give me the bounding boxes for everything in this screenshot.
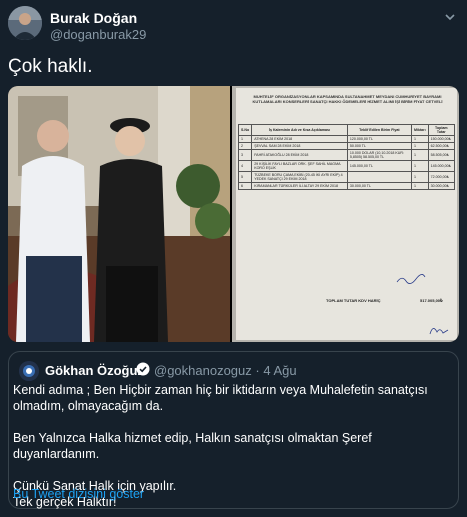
table-row: 6 KIRAMANLAR TÜRKÜLER İLİ ALTAY 29 EKİM …	[237, 182, 456, 190]
table-cell: 1	[410, 182, 429, 190]
quoted-author-handle: @gokhanozoguz · 4 Ağu	[154, 363, 297, 378]
column-header: Teklif Edilen Birim Fiyat	[346, 124, 412, 136]
table-cell: 1	[410, 149, 429, 161]
table-cell: 1	[237, 135, 253, 143]
quoted-author-name[interactable]: Gökhan Özoğuz	[45, 363, 144, 378]
table-row: 4 29 KİŞİLİK FAYLI BAZLAR ORK. ŞEF SAHİL…	[237, 160, 456, 172]
table-cell: 4	[237, 160, 253, 172]
table-cell: 30.000,00₺	[427, 182, 456, 190]
tweet-header: Burak Doğan @doganburak29	[8, 6, 459, 42]
table-cell: 145.000,00₺	[427, 160, 456, 172]
table-cell: 1	[410, 160, 429, 172]
quoted-timestamp[interactable]: · 4 Ağu	[255, 363, 296, 378]
table-cell: 30.000,00 TL	[346, 182, 412, 190]
document-image[interactable]: MUHTELİF ORGANİZASYONLAR KAPSAMINDA SULT…	[232, 86, 459, 342]
table-cell: ATHENA 28 EKİM 2018	[251, 135, 348, 143]
tweet-text: Çok haklı.	[8, 56, 93, 77]
document-total-label: TOPLAM TUTAR KDV HARİÇ	[326, 298, 381, 303]
author-name[interactable]: Burak Doğan	[50, 10, 137, 26]
show-thread-link[interactable]: Bu Tweet dizisini göster	[13, 487, 144, 501]
table-row: 3 FAHRİ ATAKOĞLU 28 EKİM 2018 10.000 DOL…	[237, 149, 456, 161]
table-cell: 72.000,00₺	[427, 171, 456, 183]
chevron-down-icon[interactable]	[443, 10, 457, 24]
column-header: Toplam Tutar	[427, 124, 456, 136]
author-avatar[interactable]	[8, 6, 42, 40]
column-header: Miktarı	[410, 124, 429, 136]
document-paper: MUHTELİF ORGANİZASYONLAR KAPSAMINDA SULT…	[236, 88, 457, 340]
quoted-author-avatar[interactable]	[19, 361, 39, 381]
table-cell: TÜZBEKE BORU ÇAMA EKİBİ (20-45 İKİ AYRI …	[251, 171, 348, 183]
signature-mark	[428, 323, 450, 341]
table-cell: 50.000 TL	[346, 142, 412, 150]
table-row: 1 ATHENA 28 EKİM 2018 120.000,00 TL 1 15…	[237, 135, 456, 143]
table-cell: 5	[237, 171, 253, 183]
table-row: 2 ŞEVVAL SAM 28 EKİM 2018 50.000 TL 1 62…	[237, 142, 456, 150]
document-table: S.No İş Kaleminin Adı ve Kısa Açıklaması…	[237, 124, 456, 190]
quoted-tweet[interactable]: Gökhan Özoğuz @gokhanozoguz · 4 Ağu Kend…	[8, 351, 459, 509]
table-cell: 6	[237, 182, 253, 190]
table-cell: 1	[410, 135, 429, 143]
table-cell: 29 KİŞİLİK FAYLI BAZLAR ORK. ŞEF SAHİL M…	[251, 160, 348, 172]
table-cell: 2	[237, 142, 253, 150]
column-header: S.No	[237, 124, 253, 136]
table-cell: 1	[410, 142, 429, 150]
table-cell: 10.000 DOLAR (10,10.2018 KUR: 5,8505) 58…	[346, 149, 412, 161]
quoted-handle-text[interactable]: @gokhanozoguz	[154, 363, 252, 378]
signature-mark	[396, 271, 426, 289]
table-row: 5 TÜZBEKE BORU ÇAMA EKİBİ (20-45 İKİ AYR…	[237, 171, 456, 183]
column-header: İş Kaleminin Adı ve Kısa Açıklaması	[251, 124, 348, 136]
quoted-paragraph: Kendi adıma ; Ben Hiçbir zaman hiç bir i…	[13, 383, 428, 413]
table-cell: FAHRİ ATAKOĞLU 28 EKİM 2018	[251, 149, 348, 161]
table-cell: 1	[410, 171, 429, 183]
table-cell: 3	[237, 149, 253, 161]
verified-badge-icon	[136, 362, 150, 376]
quoted-paragraph: Ben Yalnızca Halka hizmet edip, Halkın s…	[13, 431, 372, 461]
tweet-media[interactable]: MUHTELİF ORGANİZASYONLAR KAPSAMINDA SULT…	[8, 86, 459, 342]
author-handle[interactable]: @doganburak29	[50, 27, 146, 42]
table-cell: 150.000,00₺	[427, 135, 456, 143]
table-cell: 120.000,00 TL	[346, 135, 412, 143]
photo-image[interactable]	[8, 86, 231, 342]
table-cell: 58.505,00₺	[427, 149, 456, 161]
table-cell: 145.000,00 TL	[346, 160, 412, 172]
document-header: MUHTELİF ORGANİZASYONLAR KAPSAMINDA SULT…	[252, 94, 443, 104]
table-cell	[346, 171, 412, 183]
table-cell: KIRAMANLAR TÜRKÜLER İLİ ALTAY 29 EKİM 20…	[251, 182, 348, 190]
document-table-header: S.No İş Kaleminin Adı ve Kısa Açıklaması…	[237, 124, 456, 136]
table-cell: 62.500,00₺	[427, 142, 456, 150]
document-total-value: 517.005,00₺	[420, 298, 443, 303]
table-cell: ŞEVVAL SAM 28 EKİM 2018	[251, 142, 348, 150]
